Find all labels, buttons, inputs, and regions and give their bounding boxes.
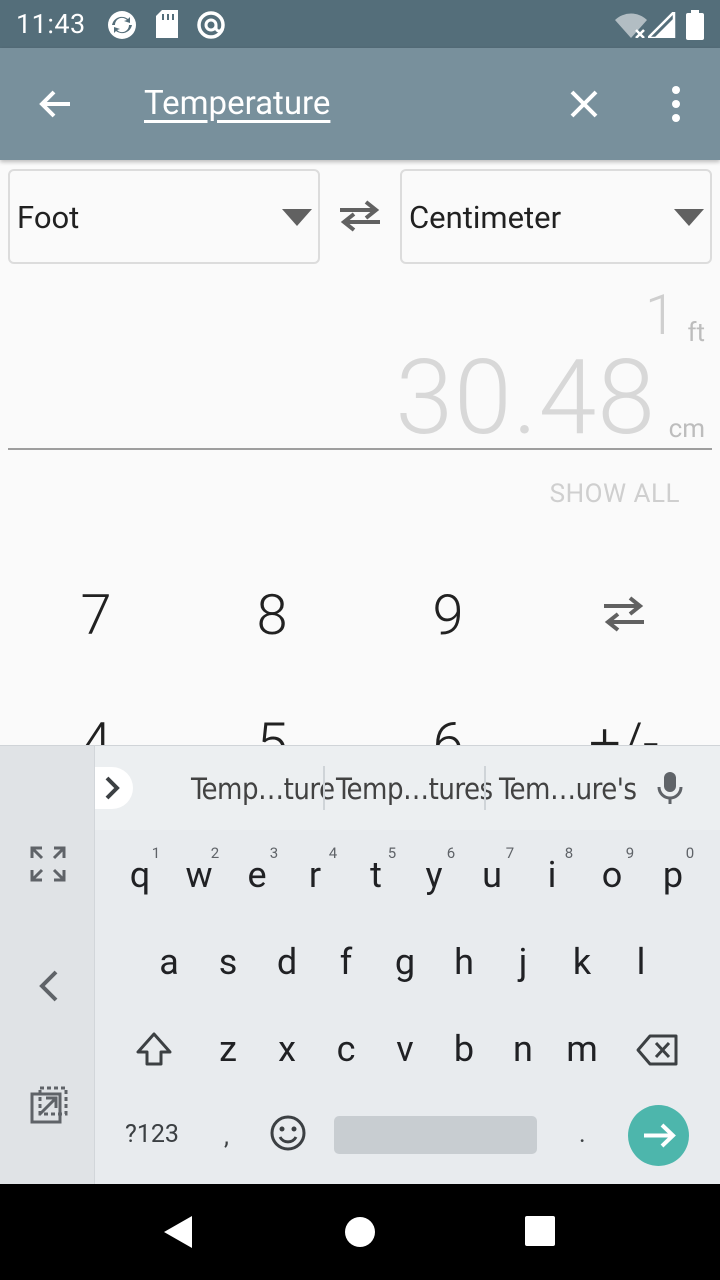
show-all-button[interactable]: SHOW ALL <box>550 479 680 509</box>
recents-square-icon[interactable] <box>525 1216 555 1250</box>
expand-suggestions-button[interactable] <box>95 767 133 809</box>
key-hint: 2 <box>210 844 220 862</box>
key-m[interactable]: m <box>554 1028 610 1070</box>
chevron-left-icon[interactable] <box>34 966 62 1010</box>
battery-icon <box>686 10 704 44</box>
comma-key[interactable]: , <box>224 1122 229 1151</box>
more-vert-icon[interactable] <box>662 84 690 124</box>
key-hint: 6 <box>446 844 456 862</box>
back-triangle-icon[interactable] <box>162 1214 194 1254</box>
home-circle-icon[interactable] <box>344 1216 376 1252</box>
cell-signal-icon <box>644 8 676 42</box>
key-z[interactable]: z <box>200 1028 256 1070</box>
status-bar: 11:43 <box>0 0 720 48</box>
emoji-icon[interactable] <box>260 1114 316 1161</box>
sync-icon <box>106 10 138 44</box>
at-sign-icon <box>196 10 226 44</box>
floating-keyboard-icon[interactable] <box>28 1084 70 1130</box>
enter-button[interactable] <box>628 1105 689 1166</box>
navigation-bar <box>0 1184 720 1280</box>
key-b[interactable]: b <box>436 1028 492 1070</box>
keyboard-side-panel <box>0 746 95 1185</box>
to-unit-label: Centimeter <box>409 199 562 236</box>
shift-key[interactable] <box>126 1030 182 1079</box>
key-h[interactable]: h <box>436 941 492 983</box>
result-unit: cm <box>668 414 705 444</box>
from-unit-label: Foot <box>17 199 80 236</box>
sd-card-icon <box>156 10 178 42</box>
result-value: 30.48 <box>395 338 656 459</box>
chevron-down-icon <box>674 209 704 226</box>
numpad-key-8[interactable]: 8 <box>222 582 322 648</box>
spacebar[interactable] <box>334 1116 537 1154</box>
from-unit-select[interactable]: Foot <box>8 169 320 264</box>
suggestion-1[interactable]: Temp…ture <box>191 772 335 806</box>
key-s[interactable]: s <box>200 941 256 983</box>
chevron-down-icon <box>282 209 312 226</box>
key-a[interactable]: a <box>141 941 197 983</box>
key-hint: 5 <box>387 844 397 862</box>
key-hint: 8 <box>564 844 574 862</box>
key-n[interactable]: n <box>495 1028 551 1070</box>
key-hint: 1 <box>151 844 161 862</box>
key-hint: 4 <box>328 844 338 862</box>
close-icon[interactable] <box>564 84 604 124</box>
to-unit-select[interactable]: Centimeter <box>400 169 712 264</box>
key-hint: 7 <box>505 844 515 862</box>
symbols-key[interactable]: ?123 <box>125 1120 179 1149</box>
screen: 11:43 Temperature Foot Centimeter 1 ft 3… <box>0 0 720 1280</box>
key-c[interactable]: c <box>318 1028 374 1070</box>
swap-units-icon[interactable] <box>332 196 388 236</box>
backspace-key[interactable] <box>630 1032 686 1077</box>
suggestion-2[interactable]: Temp…tures <box>336 772 493 806</box>
suggestion-strip: Temp…ture Temp…tures Tem…ure's <box>95 746 720 830</box>
numpad-key-7[interactable]: 7 <box>46 582 146 648</box>
soft-keyboard: Temp…ture Temp…tures Tem…ure's q 1 w 2 e… <box>0 745 720 1185</box>
key-d[interactable]: d <box>259 941 315 983</box>
search-input[interactable]: Temperature <box>144 84 330 123</box>
input-unit: ft <box>687 318 705 348</box>
suggestion-divider <box>484 766 486 810</box>
key-hint: 0 <box>685 844 695 862</box>
key-j[interactable]: j <box>495 941 551 983</box>
suggestion-divider <box>323 766 325 810</box>
numpad-key-9[interactable]: 9 <box>398 582 498 648</box>
status-time: 11:43 <box>16 8 86 40</box>
key-k[interactable]: k <box>554 941 610 983</box>
fullscreen-icon[interactable] <box>28 844 68 888</box>
key-hint: 9 <box>625 844 635 862</box>
app-bar: Temperature <box>0 48 720 160</box>
mic-icon[interactable] <box>655 770 685 806</box>
key-v[interactable]: v <box>377 1028 433 1070</box>
back-arrow-icon[interactable] <box>36 84 76 124</box>
key-l[interactable]: l <box>613 941 669 983</box>
wifi-off-icon <box>614 12 648 42</box>
period-key[interactable]: . <box>579 1120 586 1149</box>
key-hint: 3 <box>269 844 279 862</box>
key-g[interactable]: g <box>377 941 433 983</box>
key-x[interactable]: x <box>259 1028 315 1070</box>
result-divider <box>8 448 712 450</box>
suggestion-3[interactable]: Tem…ure's <box>499 772 637 806</box>
key-f[interactable]: f <box>318 941 374 983</box>
numpad-swap-icon[interactable] <box>598 594 650 634</box>
